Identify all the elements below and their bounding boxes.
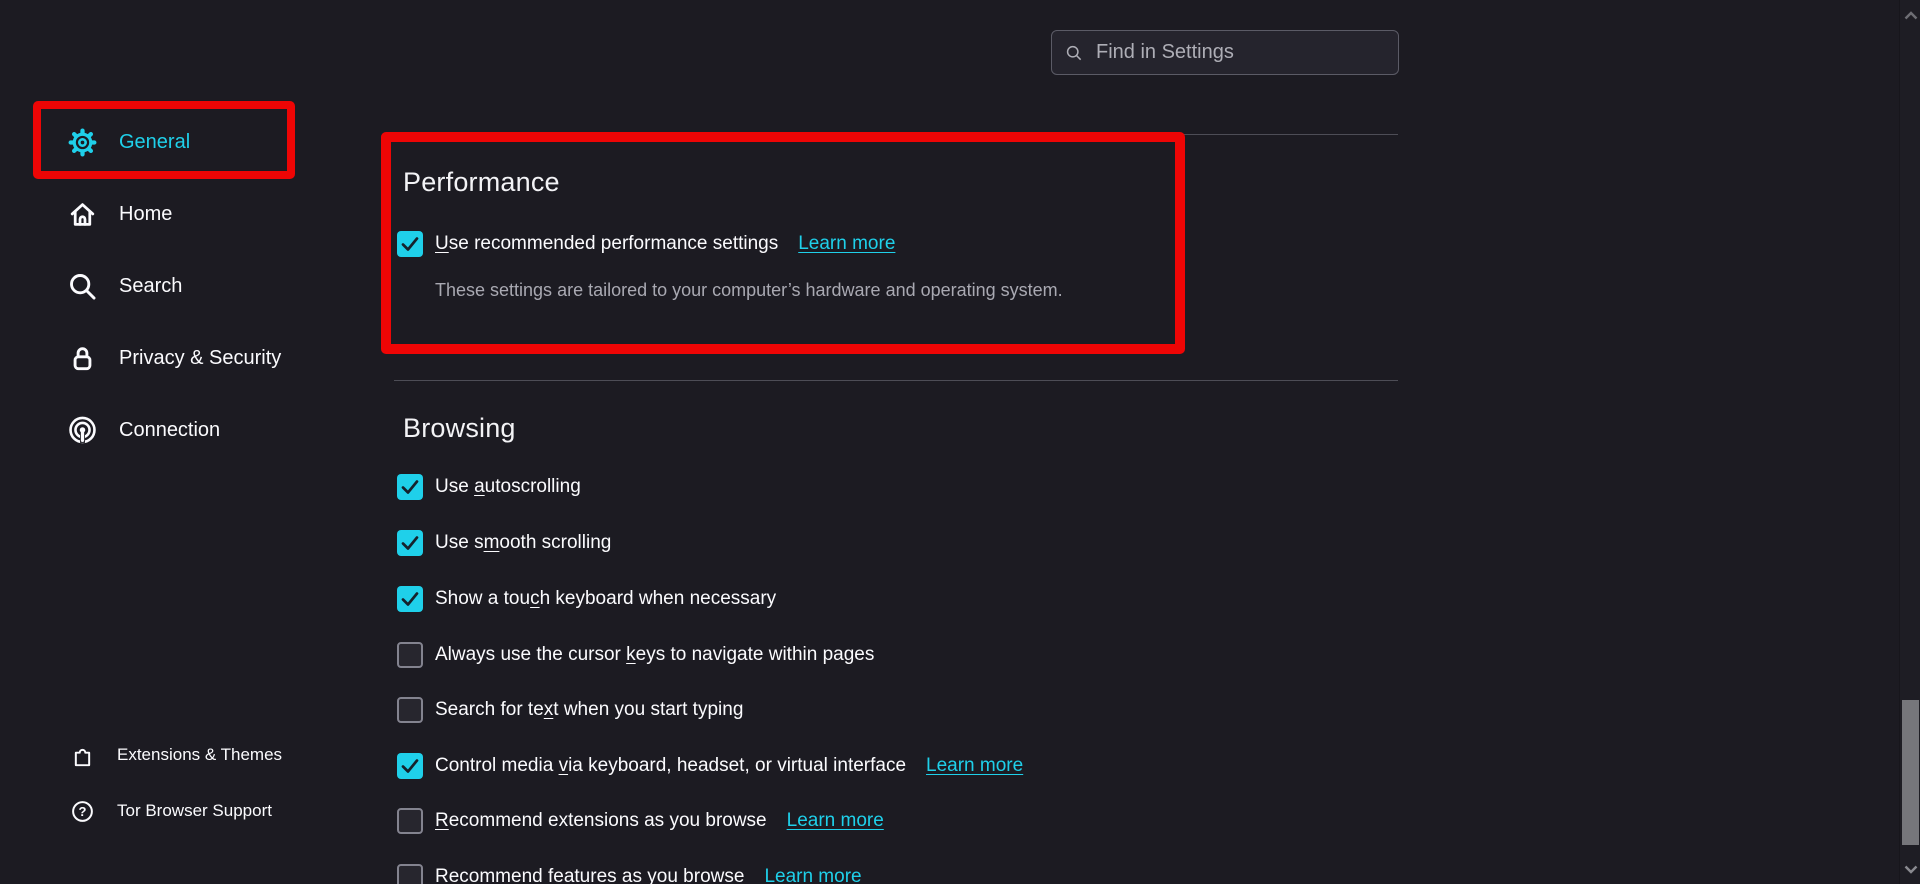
- label-accesskey: c: [530, 588, 540, 609]
- label-segment: Use: [435, 476, 474, 497]
- checkmark-icon: [397, 231, 423, 257]
- label-segment: Show a tou: [435, 588, 530, 609]
- learn-more-link[interactable]: Learn more: [764, 866, 861, 884]
- label-accesskey: m: [484, 532, 500, 553]
- settings-page: General Home Search Privacy & Security: [0, 0, 1920, 884]
- chevron-down-icon: [1904, 865, 1918, 874]
- section-divider: [394, 134, 1398, 135]
- broadcast-icon: [66, 414, 99, 447]
- label-segment: Control media: [435, 755, 559, 776]
- setting-label[interactable]: Recommend features as you browse: [435, 866, 744, 884]
- setting-row-media-control: Control media via keyboard, headset, or …: [397, 753, 1023, 779]
- sidebar-item-label: Search: [119, 275, 182, 298]
- checkmark-icon: [397, 586, 423, 612]
- setting-label[interactable]: Use recommended performance settings: [435, 233, 778, 255]
- checkmark-icon: [397, 530, 423, 556]
- vertical-scrollbar[interactable]: [1899, 0, 1920, 884]
- checkbox-autoscrolling[interactable]: [397, 474, 423, 500]
- scrollbar-thumb[interactable]: [1902, 700, 1919, 845]
- sidebar-item-home[interactable]: Home: [66, 192, 281, 236]
- label-accesskey: U: [435, 233, 449, 254]
- checkbox-recommended-performance[interactable]: [397, 231, 423, 257]
- svg-text:?: ?: [79, 804, 87, 819]
- puzzle-icon: [70, 743, 95, 768]
- label-accesskey: R: [435, 810, 449, 831]
- setting-row-touch-keyboard: Show a touch keyboard when necessary: [397, 586, 776, 612]
- label-segment: Always use the cursor: [435, 644, 626, 665]
- label-segment: ia keyboard, headset, or virtual interfa…: [568, 755, 906, 776]
- sidebar-item-connection[interactable]: Connection: [66, 408, 281, 452]
- sidebar-item-label: Home: [119, 203, 172, 226]
- sidebar: General Home Search Privacy & Security: [66, 120, 281, 480]
- label-segment: Search for te: [435, 699, 544, 720]
- label-accesskey: x: [544, 699, 554, 720]
- label-segment: eys to navigate within pages: [636, 644, 875, 665]
- learn-more-link[interactable]: Learn more: [798, 233, 895, 255]
- lock-icon: [66, 342, 99, 375]
- section-divider: [394, 380, 1398, 381]
- label-accesskey: k: [626, 644, 636, 665]
- checkbox-cursor-keys[interactable]: [397, 642, 423, 668]
- label-segment: se recommended performance settings: [449, 233, 779, 254]
- home-icon: [66, 198, 99, 231]
- section-title-browsing: Browsing: [403, 413, 516, 444]
- sidebar-item-label: Privacy & Security: [119, 347, 281, 370]
- setting-label[interactable]: Show a touch keyboard when necessary: [435, 588, 776, 610]
- setting-row-smooth-scrolling: Use smooth scrolling: [397, 530, 611, 556]
- sidebar-footer: Extensions & Themes ? Tor Browser Suppor…: [70, 738, 282, 850]
- label-segment: ooth scrolling: [499, 532, 611, 553]
- learn-more-link[interactable]: Learn more: [926, 755, 1023, 777]
- label-segment: Use s: [435, 532, 484, 553]
- label-segment: h keyboard when necessary: [540, 588, 777, 609]
- label-accesskey: a: [474, 476, 485, 497]
- scroll-down-button[interactable]: [1900, 858, 1920, 880]
- checkbox-find-as-you-type[interactable]: [397, 697, 423, 723]
- setting-label[interactable]: Recommend extensions as you browse: [435, 810, 767, 832]
- setting-description: These settings are tailored to your comp…: [435, 280, 1063, 301]
- checkbox-recommend-extensions[interactable]: [397, 808, 423, 834]
- scroll-up-button[interactable]: [1900, 4, 1920, 26]
- search-input[interactable]: [1094, 40, 1386, 65]
- label-segment: t when you start typing: [553, 699, 743, 720]
- sidebar-item-tor-browser-support[interactable]: ? Tor Browser Support: [70, 794, 282, 828]
- label-segment: utoscrolling: [485, 476, 581, 497]
- setting-label[interactable]: Search for text when you start typing: [435, 699, 743, 721]
- setting-row-autoscrolling: Use autoscrolling: [397, 474, 581, 500]
- setting-label[interactable]: Use autoscrolling: [435, 476, 581, 498]
- setting-row-find-as-you-type: Search for text when you start typing: [397, 697, 743, 723]
- checkbox-smooth-scrolling[interactable]: [397, 530, 423, 556]
- checkbox-recommend-features[interactable]: [397, 864, 423, 884]
- sidebar-item-label: General: [119, 131, 190, 154]
- checkbox-touch-keyboard[interactable]: [397, 586, 423, 612]
- sidebar-item-search[interactable]: Search: [66, 264, 281, 308]
- label-accesskey: v: [559, 755, 569, 776]
- sidebar-item-privacy-security[interactable]: Privacy & Security: [66, 336, 281, 380]
- search-icon: [1064, 43, 1084, 63]
- setting-row-recommended-performance: Use recommended performance settings Lea…: [397, 231, 895, 257]
- learn-more-link[interactable]: Learn more: [787, 810, 884, 832]
- setting-label[interactable]: Control media via keyboard, headset, or …: [435, 755, 906, 777]
- setting-row-recommend-features: Recommend features as you browse Learn m…: [397, 864, 862, 884]
- find-in-settings-box: [1051, 30, 1399, 75]
- label-segment: ecommend extensions as you browse: [449, 810, 767, 831]
- sidebar-item-extensions-themes[interactable]: Extensions & Themes: [70, 738, 282, 772]
- label-segment: Recommend features as you browse: [435, 866, 744, 884]
- gear-icon: [66, 126, 99, 159]
- checkmark-icon: [397, 753, 423, 779]
- setting-row-cursor-keys: Always use the cursor keys to navigate w…: [397, 642, 874, 668]
- chevron-up-icon: [1904, 11, 1918, 20]
- setting-label[interactable]: Always use the cursor keys to navigate w…: [435, 644, 874, 666]
- section-title-performance: Performance: [403, 167, 560, 198]
- sidebar-footer-label: Tor Browser Support: [117, 801, 272, 821]
- help-icon: ?: [70, 799, 95, 824]
- setting-label[interactable]: Use smooth scrolling: [435, 532, 611, 554]
- sidebar-item-label: Connection: [119, 419, 220, 442]
- sidebar-footer-label: Extensions & Themes: [117, 745, 282, 765]
- setting-row-recommend-extensions: Recommend extensions as you browse Learn…: [397, 808, 884, 834]
- search-icon: [66, 270, 99, 303]
- checkbox-media-control[interactable]: [397, 753, 423, 779]
- checkmark-icon: [397, 474, 423, 500]
- sidebar-item-general[interactable]: General: [66, 120, 281, 164]
